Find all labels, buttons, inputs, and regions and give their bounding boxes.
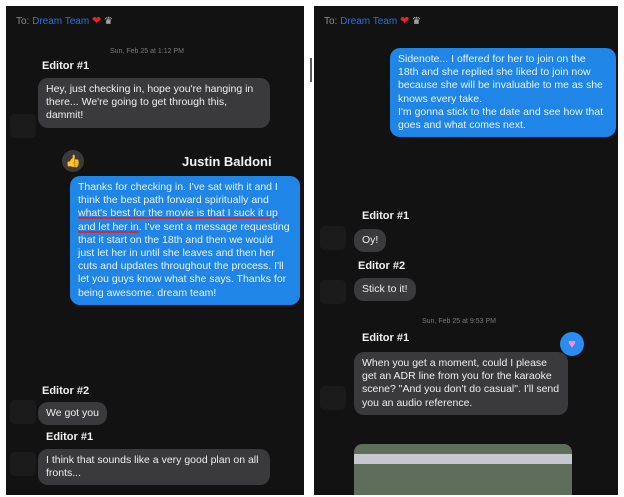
left-conversation-panel: To: Dream Team ❤ ♛ Sun, Feb 25 at 1:12 P… [6,6,304,495]
message-bubble[interactable]: Oy! [354,229,387,253]
thumbs-up-icon[interactable]: 👍 [62,150,84,172]
avatar [320,226,346,250]
message-bubble[interactable]: Hey, just checking in, hope you're hangi… [38,78,270,128]
message-bubble-sent[interactable]: Sidenote... I offered for her to join on… [390,48,616,138]
sender-name: Editor #1 [46,431,94,443]
to-line: To: Dream Team ❤ ♛ [324,14,421,27]
avatar [320,386,346,410]
recipient-name[interactable]: Dream Team [340,16,397,27]
video-thumbnail[interactable] [354,444,572,495]
heart-reaction-icon[interactable]: ♥ [560,332,584,356]
recipient-name[interactable]: Dream Team [32,16,89,27]
to-line: To: Dream Team ❤ ♛ [16,14,113,27]
to-label: To: [16,16,30,27]
avatar [10,114,36,138]
sender-name: Justin Baldoni [182,154,272,169]
to-label: To: [324,16,338,27]
avatar [320,280,346,304]
sender-name: Editor #1 [362,332,410,344]
crown-icon: ♛ [103,16,113,27]
heart-icon: ❤ [91,15,102,27]
message-bubble[interactable]: Stick to it! [354,278,416,302]
message-text: Thanks for checking in. I've sat with it… [78,181,278,207]
sender-name: Editor #2 [358,260,406,272]
message-bubble-sent[interactable]: Thanks for checking in. I've sat with it… [70,176,300,305]
timestamp: Sun, Feb 25 at 9:53 PM [422,318,496,325]
crown-icon: ♛ [411,16,421,27]
sender-name: Editor #2 [42,385,90,397]
video-frame-stripe [354,454,572,464]
sender-name: Editor #1 [42,60,90,72]
sender-name: Editor #1 [362,210,410,222]
right-conversation-panel: To: Dream Team ❤ ♛ Sidenote... I offered… [314,6,618,495]
message-bubble[interactable]: We got you [38,402,107,426]
avatar [10,400,36,424]
heart-icon: ❤ [399,15,410,27]
timestamp: Sun, Feb 25 at 1:12 PM [110,48,184,55]
message-bubble[interactable]: I think that sounds like a very good pla… [38,449,270,486]
scrollbar[interactable] [310,58,312,82]
avatar [10,452,36,476]
message-bubble[interactable]: When you get a moment, could I please ge… [354,352,568,415]
